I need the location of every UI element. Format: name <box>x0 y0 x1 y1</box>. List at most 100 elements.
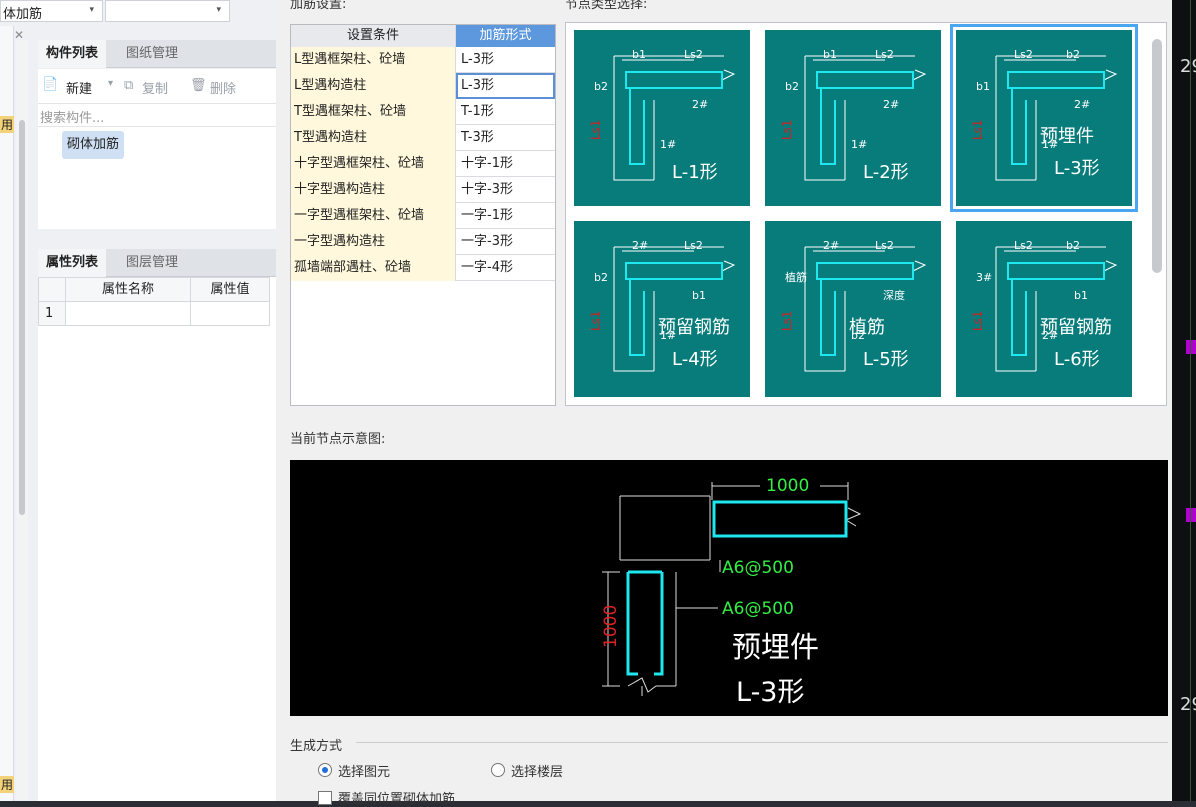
form-cell[interactable]: 一字-1形 <box>456 203 555 229</box>
property-value-cell[interactable] <box>190 301 270 326</box>
side-label-bottom: 用 <box>0 776 15 793</box>
node-diagram: Ls1 b1 Ls2 b2 2# 1# L-2形 <box>780 48 927 183</box>
node-option[interactable]: Ls1 2# Ls2 植筋 深度 b2 植筋 L-5形 <box>765 221 941 397</box>
form-cell[interactable]: L-3形 <box>456 47 555 73</box>
node-name: L-5形 <box>863 349 909 370</box>
node-name: L-4形 <box>672 349 718 370</box>
node-label: b1 <box>632 48 646 61</box>
condition-cell: 一字型遇框架柱、砼墙 <box>291 203 456 229</box>
condition-row[interactable]: L型遇构造柱 L-3形 <box>291 73 555 99</box>
floor-combo-value: 体加筋 <box>3 7 43 22</box>
condition-row[interactable]: 孤墙端部遇柱、砼墙 一字-4形 <box>291 255 555 281</box>
form-cell[interactable]: 十字-3形 <box>456 177 555 203</box>
new-dropdown-icon[interactable]: ▾ <box>108 78 113 89</box>
node-label: 2# <box>823 239 839 252</box>
radio-select-element[interactable] <box>318 763 332 777</box>
form-cell[interactable]: 一字-3形 <box>456 229 555 255</box>
component-item[interactable]: 砌体加筋 <box>62 131 125 159</box>
new-button[interactable]: 新建 <box>66 78 92 97</box>
condition-row[interactable]: T型遇构造柱 T-3形 <box>291 125 555 151</box>
tab-property-list[interactable]: 属性列表 <box>38 249 107 277</box>
new-icon: 📄 <box>42 77 59 92</box>
overwrite-checkbox[interactable] <box>318 791 332 805</box>
delete-button[interactable]: 删除 <box>210 78 236 97</box>
node-label: 2# <box>1074 98 1090 111</box>
node-label: b2 <box>594 271 608 284</box>
floor-combo[interactable]: 体加筋 ▾ <box>0 0 103 22</box>
generate-divider <box>356 742 1168 743</box>
node-type-grid: Ls1 b1 Ls2 b2 2# 1# L-1形 Ls1 b1 Ls2 b2 2# 1# L-2形 Ls1 L… <box>565 22 1167 406</box>
node-label: 2# <box>692 98 708 111</box>
node-option[interactable]: Ls1 Ls2 b2 b1 2# 1# 预埋件 L-3形 <box>950 24 1138 212</box>
node-label: b2 <box>1066 48 1080 61</box>
preview-dim-top: 1000 <box>766 476 809 496</box>
radio-select-floor[interactable] <box>491 763 505 777</box>
condition-cell: 十字型遇构造柱 <box>291 177 456 203</box>
form-cell[interactable]: L-3形 <box>456 73 555 99</box>
property-name-cell[interactable] <box>65 301 191 326</box>
node-label: 1# <box>660 138 676 151</box>
condition-cell: L型遇框架柱、砼墙 <box>291 47 456 73</box>
node-option[interactable]: Ls1 b1 Ls2 b2 2# 1# L-2形 <box>765 30 941 206</box>
node-label: b1 <box>976 80 990 93</box>
current-node-label: 当前节点示意图: <box>290 432 386 447</box>
left-scrollbar[interactable] <box>16 40 28 800</box>
chevron-down-icon: ▾ <box>89 5 94 15</box>
nav-strip: 用 用 <box>0 26 15 801</box>
grid-scroll-thumb[interactable] <box>1152 39 1162 273</box>
condition-row[interactable]: 十字型遇框架柱、砼墙 十字-1形 <box>291 151 555 177</box>
preview-title: 预埋件 <box>732 630 819 664</box>
condition-table-header: 设置条件 加筋形式 <box>291 25 555 47</box>
node-diagram: Ls12# Ls2b2b11#预留钢筋L-4形 <box>589 239 736 372</box>
copy-button[interactable]: 复制 <box>142 78 168 97</box>
preview-shape: L-3形 <box>736 677 805 708</box>
form-cell[interactable]: T-1形 <box>456 99 555 125</box>
tab-component-list[interactable]: 构件列表 <box>38 40 107 68</box>
node-option[interactable]: Ls1 Ls2 b2 3# b1 2# 预留钢筋 L-6形 <box>956 221 1132 397</box>
node-note: 预留钢筋 <box>1040 317 1112 338</box>
node-dim-label: Ls1 <box>971 310 985 331</box>
node-label: Ls2 <box>875 48 894 61</box>
node-dim-label: Ls1 <box>780 310 794 331</box>
node-label: Ls2 <box>875 239 894 252</box>
canvas-gridline <box>1190 0 1191 801</box>
node-type-label: 节点类型选择: <box>565 0 648 12</box>
search-placeholder: 搜索构件... <box>40 111 105 126</box>
radio-select-element-label[interactable]: 选择图元 <box>338 761 390 780</box>
property-corner <box>38 277 66 302</box>
tab-layer-manage[interactable]: 图层管理 <box>118 249 186 277</box>
form-cell[interactable]: 十字-1形 <box>456 151 555 177</box>
node-diagram: Ls1Ls2 b2b12#1#预埋件L-3形 <box>971 48 1118 181</box>
condition-row[interactable]: T型遇框架柱、砼墙 T-1形 <box>291 99 555 125</box>
form-cell[interactable]: 一字-4形 <box>456 255 555 281</box>
node-option[interactable]: Ls1 b1 Ls2 b2 2# 1# L-1形 <box>574 30 750 206</box>
node-label: 深度 <box>883 288 905 302</box>
trash-icon: 🗑 <box>190 78 207 93</box>
condition-cell: 孤墙端部遇柱、砼墙 <box>291 255 456 281</box>
condition-row[interactable]: L型遇框架柱、砼墙 L-3形 <box>291 47 555 73</box>
node-label: 植筋 <box>785 270 807 284</box>
form-cell[interactable]: T-3形 <box>456 125 555 151</box>
radio-select-floor-label[interactable]: 选择楼层 <box>511 761 563 780</box>
condition-row[interactable]: 十字型遇构造柱 十字-3形 <box>291 177 555 203</box>
condition-cell: T型遇框架柱、砼墙 <box>291 99 456 125</box>
scroll-thumb[interactable] <box>19 120 25 515</box>
condition-cell: 一字型遇构造柱 <box>291 229 456 255</box>
tab-drawing-manage[interactable]: 图纸管理 <box>118 40 186 68</box>
condition-cell: T型遇构造柱 <box>291 125 456 151</box>
node-label: Ls2 <box>684 48 703 61</box>
condition-row[interactable]: 一字型遇框架柱、砼墙 一字-1形 <box>291 203 555 229</box>
canvas-number-top: 29 <box>1180 56 1196 77</box>
search-input[interactable]: 搜索构件... <box>38 103 276 127</box>
node-option[interactable]: Ls1 2# Ls2 b2 b1 1# 预留钢筋 L-4形 <box>574 221 750 397</box>
type-combo[interactable]: ▾ <box>105 0 230 22</box>
overwrite-checkbox-label[interactable]: 覆盖同位置砌体加筋 <box>338 788 455 807</box>
component-tabs: 构件列表 图纸管理 <box>38 40 276 68</box>
left-pane: 体加筋 ▾ ▾ 用 用 ✕ 构件列表 图纸管理 📄 新建 ▾ ⧉ 复制 🗑 删除… <box>0 0 276 801</box>
condition-row[interactable]: 一字型遇构造柱 一字-3形 <box>291 229 555 255</box>
condition-cell: L型遇构造柱 <box>291 73 456 99</box>
node-name: L-3形 <box>1054 158 1100 179</box>
node-label: 1# <box>851 138 867 151</box>
side-label-top: 用 <box>0 116 15 133</box>
node-label: b1 <box>692 289 706 302</box>
